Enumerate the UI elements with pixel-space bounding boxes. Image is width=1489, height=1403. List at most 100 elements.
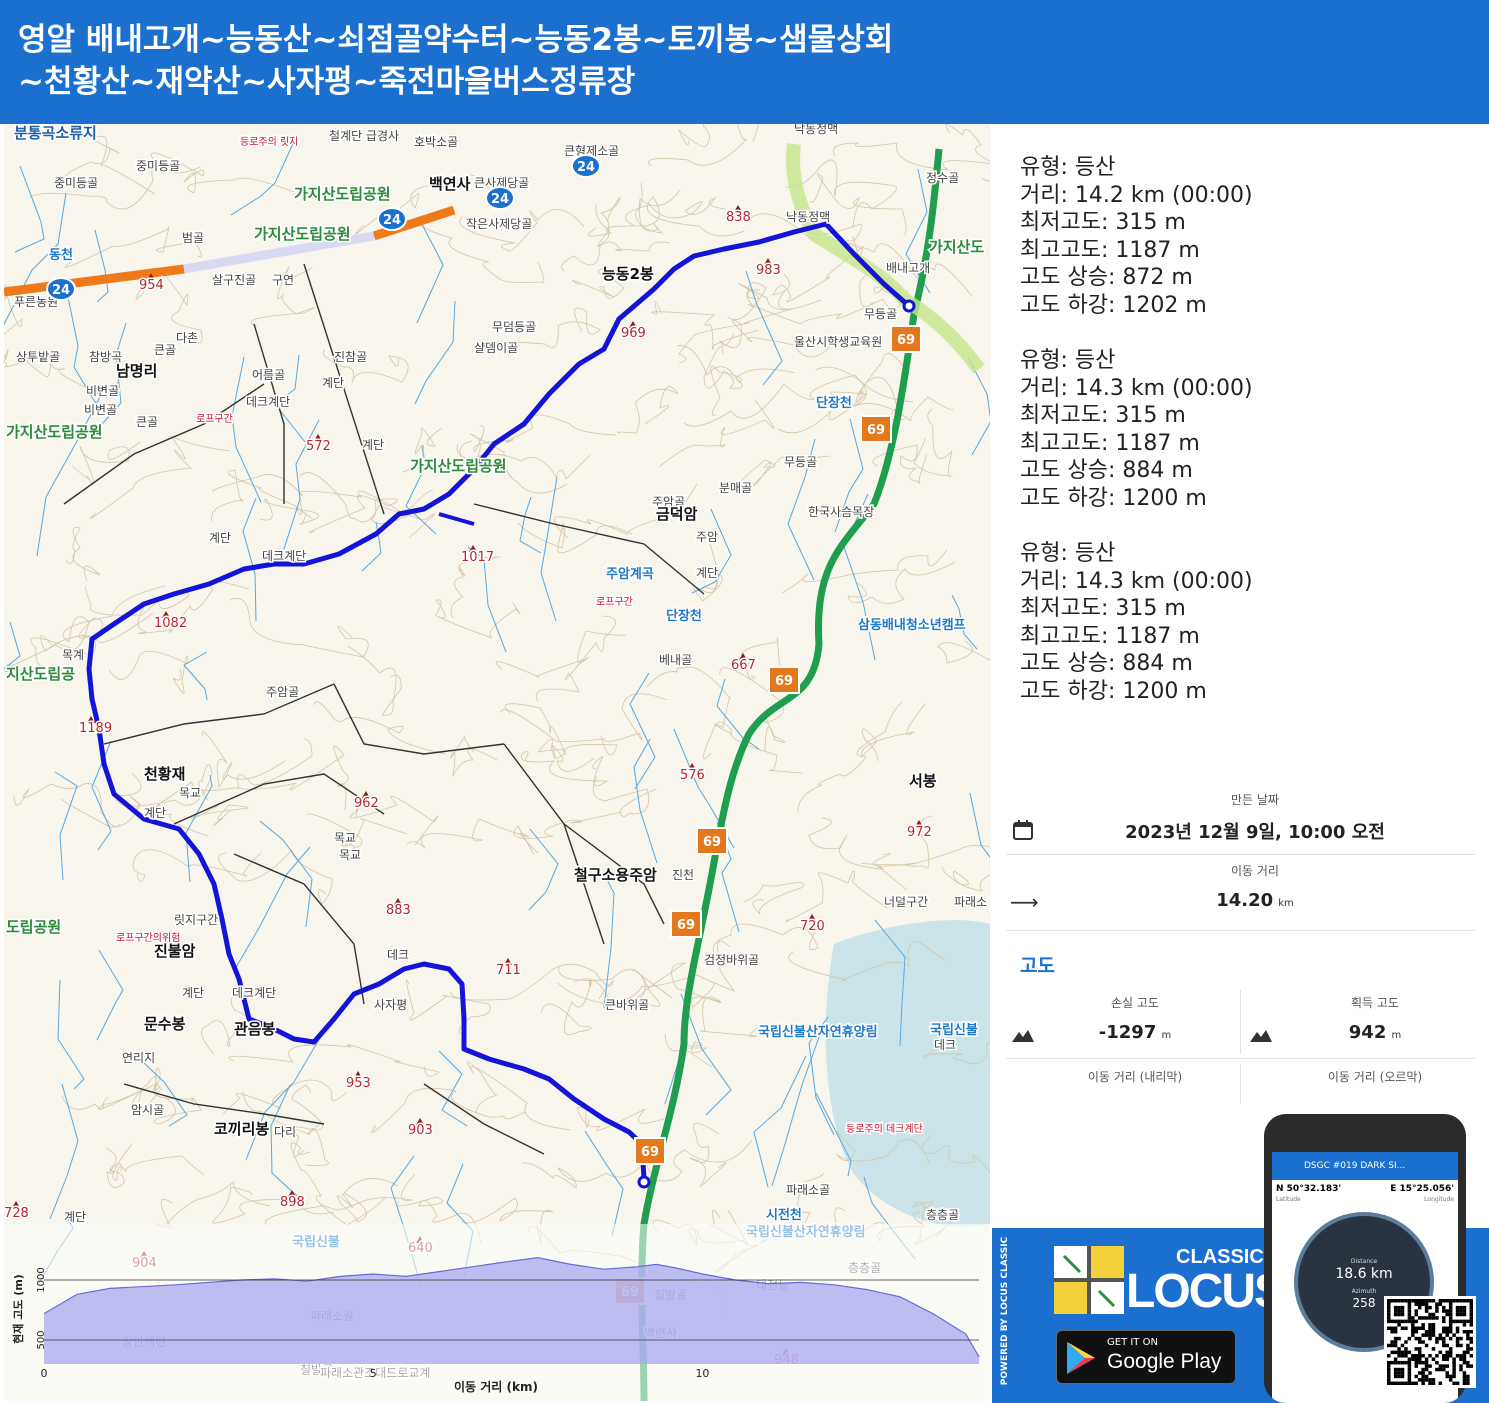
stat-max-altitude: 최고고도: 1187 m <box>1020 623 1200 649</box>
map-label-local: 큰골 <box>136 415 158 429</box>
map-label-peak: 728 <box>4 1206 29 1221</box>
map-label-park: 가지산도립공원 <box>294 185 391 203</box>
descent-icon <box>1012 1030 1034 1042</box>
stat-ascent: 고도 상승: 872 m <box>1020 265 1193 291</box>
compass-distance-value: 18.6 km <box>1335 1266 1393 1282</box>
stat-type: 유형: 등산 <box>1020 155 1116 180</box>
get-it-on-text: GET IT ON <box>1107 1337 1158 1348</box>
map-label-local: 진참골 <box>334 350 367 364</box>
map-label-local: 배내고개 <box>886 261 930 275</box>
map-label-peak: 572 <box>306 439 331 454</box>
map-label-river: 시전천 <box>766 1207 802 1223</box>
map-label-local: 연리지 <box>122 1051 155 1065</box>
distance-uphill-label: 이동 거리 (오르막) <box>1327 1070 1423 1084</box>
topographic-map[interactable]: 분통곡소류지 중미등골 등로주의 릿지 철계단 급경사 호박소골 큰형제소골 낙동정맥 정수골… <box>4 124 990 1401</box>
map-label-local: 목교 <box>334 831 356 845</box>
phone-latitude-label: Latitude <box>1276 1196 1301 1203</box>
map-canvas[interactable]: 분통곡소류지중미등골등로주의 릿지 철계단 급경사 호박소골큰형제소골낙동정맥정수골… <box>4 124 990 1401</box>
google-play-button[interactable]: GET IT ON Google Play <box>1056 1330 1236 1384</box>
map-label-local: 샬뎀이골 <box>474 341 518 355</box>
map-label-local: 호박소골 <box>414 135 458 149</box>
map-label-park: 가지산도립공원 <box>6 423 103 441</box>
map-label-peak: 711 <box>496 963 521 978</box>
ascent-icon <box>1250 1030 1272 1042</box>
route-shield-number: 24 <box>577 160 595 175</box>
map-label-peak: 903 <box>408 1123 433 1138</box>
route-shield-number: 69 <box>641 1145 659 1160</box>
map-label-local: 계단 <box>362 438 384 452</box>
loss-altitude-value: -1297 <box>1098 1022 1157 1043</box>
elevation-y-tick: 500 <box>36 1330 47 1349</box>
map-label-local: 무등골 <box>864 307 897 321</box>
map-label-peak: 954 <box>139 278 164 293</box>
map-label-peak: 953 <box>346 1076 371 1091</box>
map-label-river: 주암계곡 <box>606 566 654 582</box>
stat-descent: 고도 하강: 1202 m <box>1020 292 1207 318</box>
map-label-peak: 972 <box>907 825 932 840</box>
map-label-park: 지산도립공 <box>6 665 75 683</box>
map-label-local: 상투밭골 <box>16 350 60 364</box>
map-label-local: 파래소 <box>954 895 987 909</box>
map-label-peak: 1189 <box>79 721 112 736</box>
elevation-x-tick: 10 <box>695 1367 709 1380</box>
map-label-local: 구연 <box>272 273 294 287</box>
compass-distance-label: Distance <box>1350 1258 1378 1265</box>
map-label-local: 비변골 <box>84 403 117 417</box>
map-label-local: 데크 <box>934 1038 956 1052</box>
route-start-marker[interactable] <box>902 299 916 313</box>
map-label-place: 천황재 <box>144 765 185 783</box>
stats-block-1: 유형: 등산 거리: 14.2 km (00:00) 최저고도: 315 m 최… <box>1020 154 1253 320</box>
map-label-place: 남명리 <box>116 362 157 380</box>
stat-max-altitude: 최고고도: 1187 m <box>1020 237 1200 263</box>
map-label-local: 한국사슴목장 <box>808 505 874 519</box>
map-label-park: 가지산도립공원 <box>254 225 351 243</box>
map-label-local: 데크계단 <box>232 986 276 1000</box>
map-label-peak: 576 <box>680 768 705 783</box>
map-label-local: 사자평 <box>374 998 407 1012</box>
map-label-local: 다리 <box>274 1125 296 1139</box>
map-label-local: 큰바위골 <box>605 998 649 1012</box>
map-label-place: 금덕암 <box>656 505 698 523</box>
stat-min-altitude: 최저고도: 315 m <box>1020 210 1186 236</box>
map-label-local: 계단 <box>322 376 344 390</box>
gain-altitude-value: 942 <box>1348 1022 1387 1043</box>
title-line-1: 영알 배내고개~능동산~쇠점골약수터~능동2봉~토끼봉~샘물상회 <box>18 22 894 58</box>
calendar-icon <box>1013 820 1033 840</box>
map-label-park: 도립공원 <box>6 918 61 936</box>
map-label-local: 비변골 <box>86 384 119 398</box>
locus-logo-icon <box>1054 1246 1124 1314</box>
map-label-place: 백연사 <box>429 175 471 193</box>
map-label-peak: 667 <box>731 658 756 673</box>
map-label-warn: 로프구간 <box>196 413 233 425</box>
map-label-park: 가지산도 <box>929 238 984 256</box>
stat-type: 유형: 등산 <box>1020 348 1116 373</box>
map-label-area: 분통곡소류지 <box>14 124 97 142</box>
map-label-peak: 969 <box>621 326 646 341</box>
stat-ascent: 고도 상승: 884 m <box>1020 651 1193 677</box>
map-label-local: 베내골 <box>659 653 692 667</box>
map-label-local: 무등골 <box>784 455 817 469</box>
map-label-warn: 로프구간 <box>596 596 633 608</box>
stat-type: 유형: 등산 <box>1020 541 1116 566</box>
map-label-local: 계단 <box>182 986 204 1000</box>
qr-code[interactable] <box>1384 1296 1476 1388</box>
map-label-local: 큰골 <box>154 343 176 357</box>
route-end-marker[interactable] <box>637 1175 651 1189</box>
elevation-y-tick: 1000 <box>36 1267 47 1292</box>
moving-distance: 14.20 km <box>1142 890 1368 911</box>
map-label-local: 목교 <box>179 786 201 800</box>
stat-min-altitude: 최저고도: 315 m <box>1020 596 1186 622</box>
route-shield-number: 69 <box>775 674 793 689</box>
map-label-place: 능동2봉 <box>602 265 654 283</box>
map-label-local: 계단 <box>209 531 231 545</box>
map-label-peak: 898 <box>280 1195 305 1210</box>
loss-altitude-unit: m <box>1161 1030 1172 1041</box>
title-banner: 영알 배내고개~능동산~쇠점골약수터~능동2봉~토끼봉~샘물상회 ~천황산~재약… <box>0 0 1489 124</box>
gain-altitude-label: 획득 고도 <box>1351 996 1399 1010</box>
map-label-local: 너덜구간 <box>884 895 928 909</box>
route-shield-number: 69 <box>677 918 695 933</box>
stat-distance: 거리: 14.3 km (00:00) <box>1020 568 1253 594</box>
map-label-local: 낙동정맥 <box>786 210 830 224</box>
map-label-local: 검정바위골 <box>704 953 759 967</box>
route-shield-number: 24 <box>491 192 509 207</box>
